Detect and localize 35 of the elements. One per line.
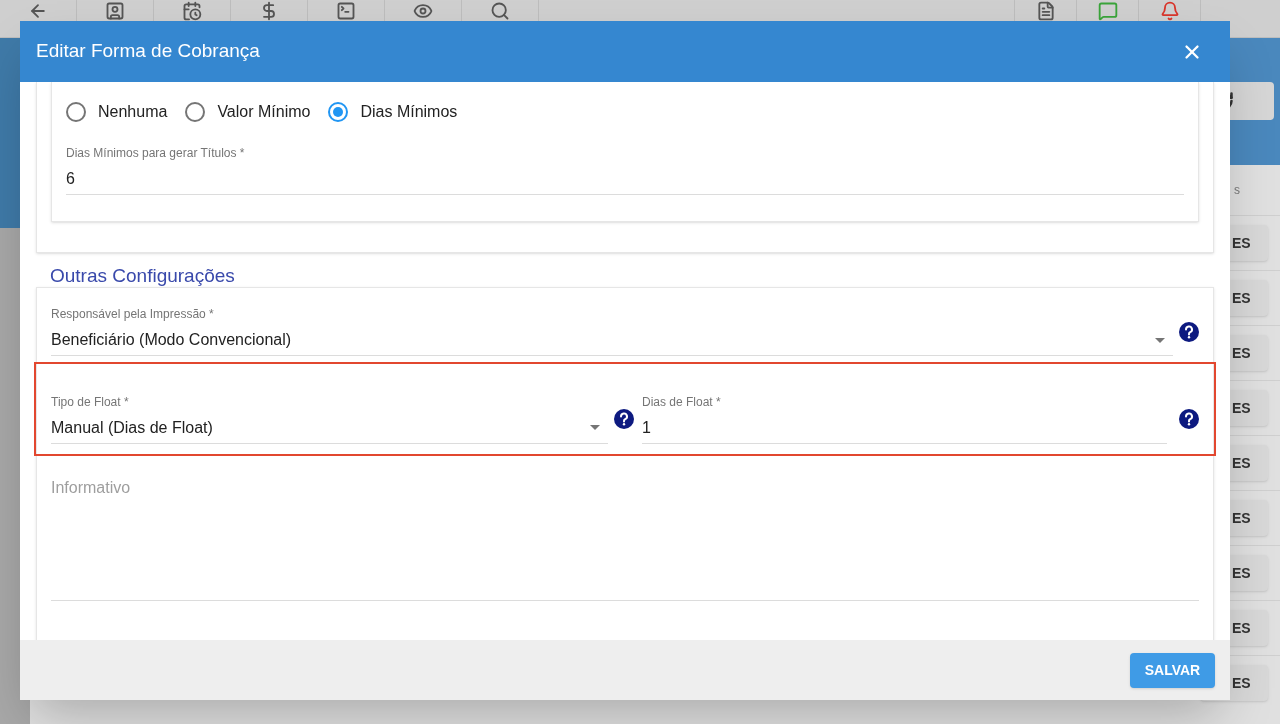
radio[interactable] [185,102,206,122]
field-label: Tipo de Float * [51,394,130,409]
calendar-clock-icon[interactable] [182,1,202,21]
field-value: 1 [642,417,652,438]
dialog-title: Editar Forma de Cobrança [36,39,261,64]
back-icon[interactable] [28,1,48,21]
search-icon[interactable] [490,1,510,21]
radio-option[interactable]: Dias Mínimos [328,100,458,124]
field-value: Manual (Dias de Float) [51,417,214,438]
field-label: Dias Mínimos para gerar Títulos * [66,146,246,160]
select-field[interactable]: Responsável pela Impressão * Beneficiário (Modo Convencional) [51,307,1173,356]
help-icon[interactable] [614,409,634,429]
pdf-icon[interactable] [1035,1,1056,21]
radio[interactable] [328,102,349,122]
radio[interactable] [66,102,86,122]
field-value: 6 [66,169,76,189]
placeholder-text: Informativo [51,479,131,496]
field-label: Responsável pela Impressão * [51,307,215,321]
eye-icon[interactable] [413,1,433,21]
section-title: Outras Configurações [49,265,236,287]
help-icon[interactable] [1179,409,1199,429]
select-field[interactable]: Tipo de Float * Manual (Dias de Float) [51,394,608,444]
terminal-icon[interactable] [336,1,356,21]
input-field[interactable]: Dias de Float * 1 [642,394,1167,444]
radio-option[interactable]: Nenhuma [66,100,168,124]
contact-icon[interactable] [105,1,125,21]
field-value: Beneficiário (Modo Convencional) [51,330,293,350]
field-label: Dias de Float * [642,394,722,409]
radio-option[interactable]: Valor Mínimo [185,100,311,124]
bell-icon[interactable] [1159,1,1180,21]
help-icon[interactable] [1179,321,1199,342]
dropdown-caret-icon [590,425,600,430]
input-field[interactable]: Dias Mínimos para gerar Títulos * 6 [66,146,1184,195]
column-header: s [1233,182,1240,199]
dropdown-caret-icon [1155,337,1165,343]
